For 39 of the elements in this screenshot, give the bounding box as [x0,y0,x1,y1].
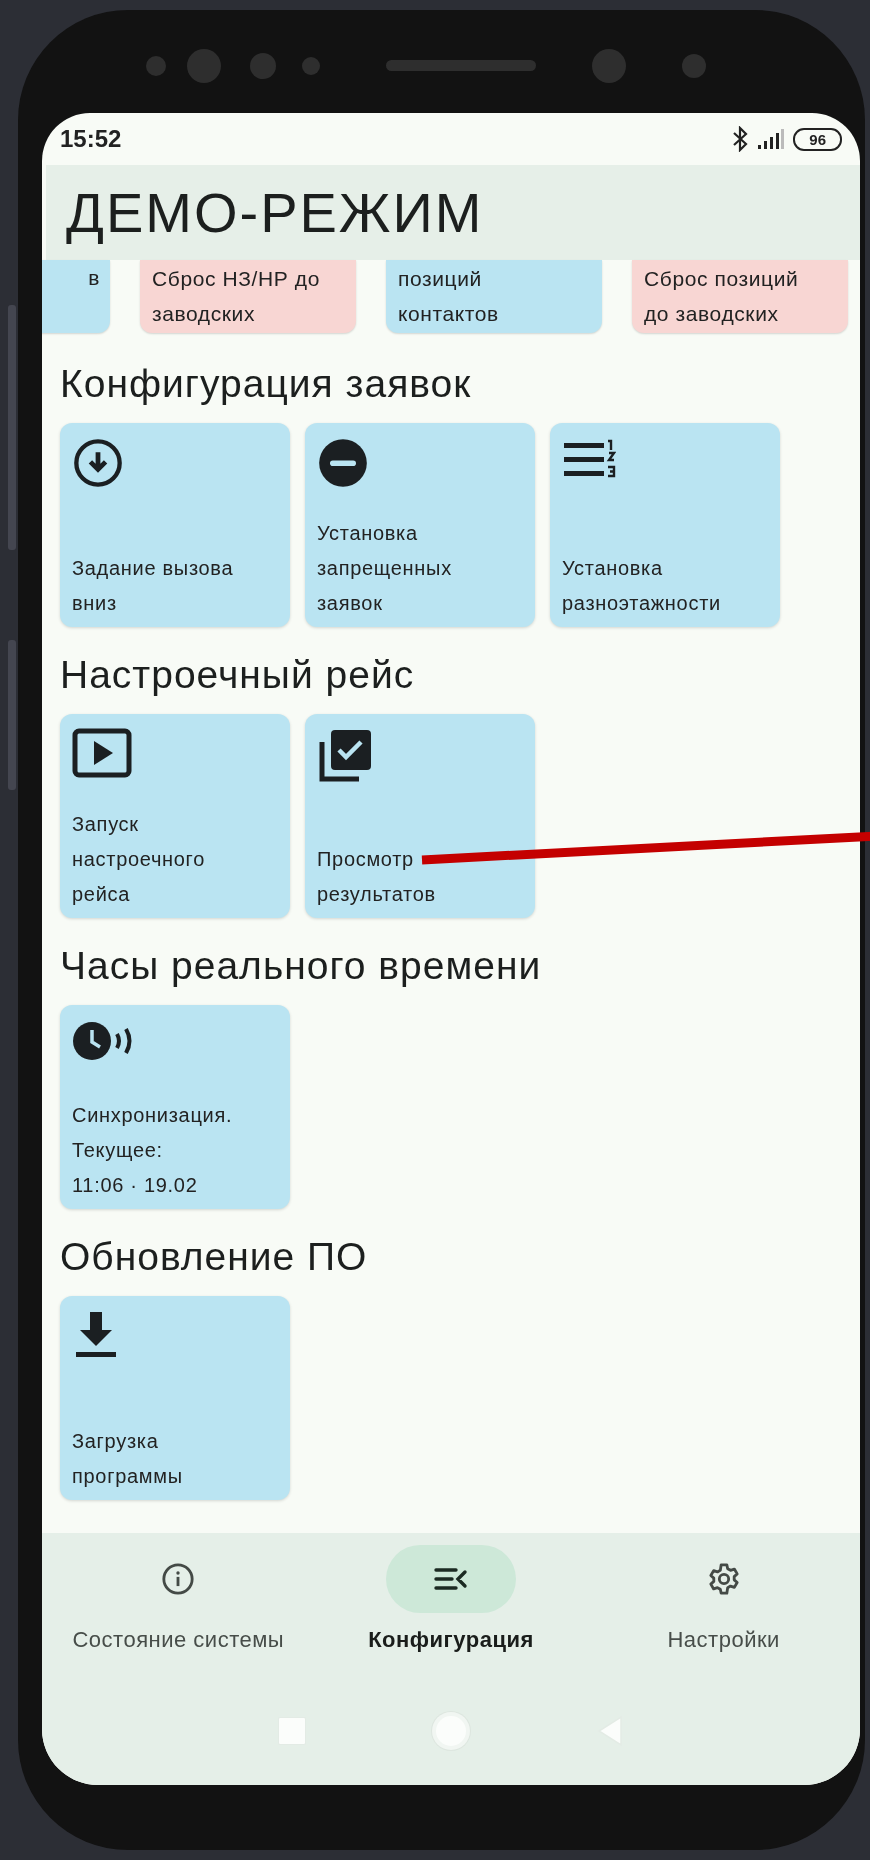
action-tile[interactable]: Задание вызова вниз [60,423,290,627]
battery-indicator: 96 [793,127,842,151]
minus-circle-icon [317,437,369,489]
play-icon [72,728,132,778]
tile-label: Синхронизация. Текущее: 11:06 · 19.02 [72,1103,233,1198]
action-tile[interactable]: Загрузка программы [60,1296,290,1500]
tile-label: Загрузка программы [72,1429,183,1489]
tile-label: Задание вызова вниз [72,556,234,616]
action-tile[interactable]: Запуск настроечного рейса [60,714,290,918]
section-heading: Обновление ПО [60,1234,369,1280]
settings-icon [706,1562,741,1596]
action-tile[interactable]: Сброс НЗ/НР до заводских [140,260,356,333]
action-tile[interactable]: Установка разноэтажности [550,423,780,627]
action-tile[interactable]: позиций контактов [386,260,602,333]
action-tile[interactable]: Установка запрещенных заявок [305,423,535,627]
nav-tab[interactable]: Состояние системы [42,1545,315,1653]
checklist-stack-icon [317,728,373,784]
home-button[interactable] [436,1716,466,1746]
action-tile[interactable]: Сброс позиций до заводских [632,260,848,333]
tile-label: Установка разноэтажности [562,556,721,616]
list-collapse-icon [434,1566,468,1592]
tile-label: Просмотр результатов [317,847,436,907]
section-heading: Конфигурация заявок [60,361,473,407]
section-heading: Настроечный рейс [60,652,416,698]
tile-label: Запуск настроечного рейса [72,812,205,907]
nav-tab[interactable]: Настройки [587,1545,860,1653]
action-tile[interactable]: Просмотр результатов [305,714,535,918]
action-tile[interactable]: в [42,260,110,333]
info-icon [161,1562,196,1596]
section-heading: Часы реального времени [60,943,543,989]
action-tile[interactable]: Синхронизация. Текущее: 11:06 · 19.02 [60,1005,290,1209]
signal-icon [757,128,786,150]
bluetooth-icon [731,126,750,152]
arrow-down-circle-icon [72,437,124,489]
tile-label: Установка запрещенных заявок [317,521,452,616]
page-title: ДЕМО-РЕЖИМ [66,180,484,245]
status-time: 15:52 [60,125,122,153]
recent-apps-button[interactable] [278,1717,306,1745]
nav-tab[interactable]: Конфигурация [314,1545,588,1653]
